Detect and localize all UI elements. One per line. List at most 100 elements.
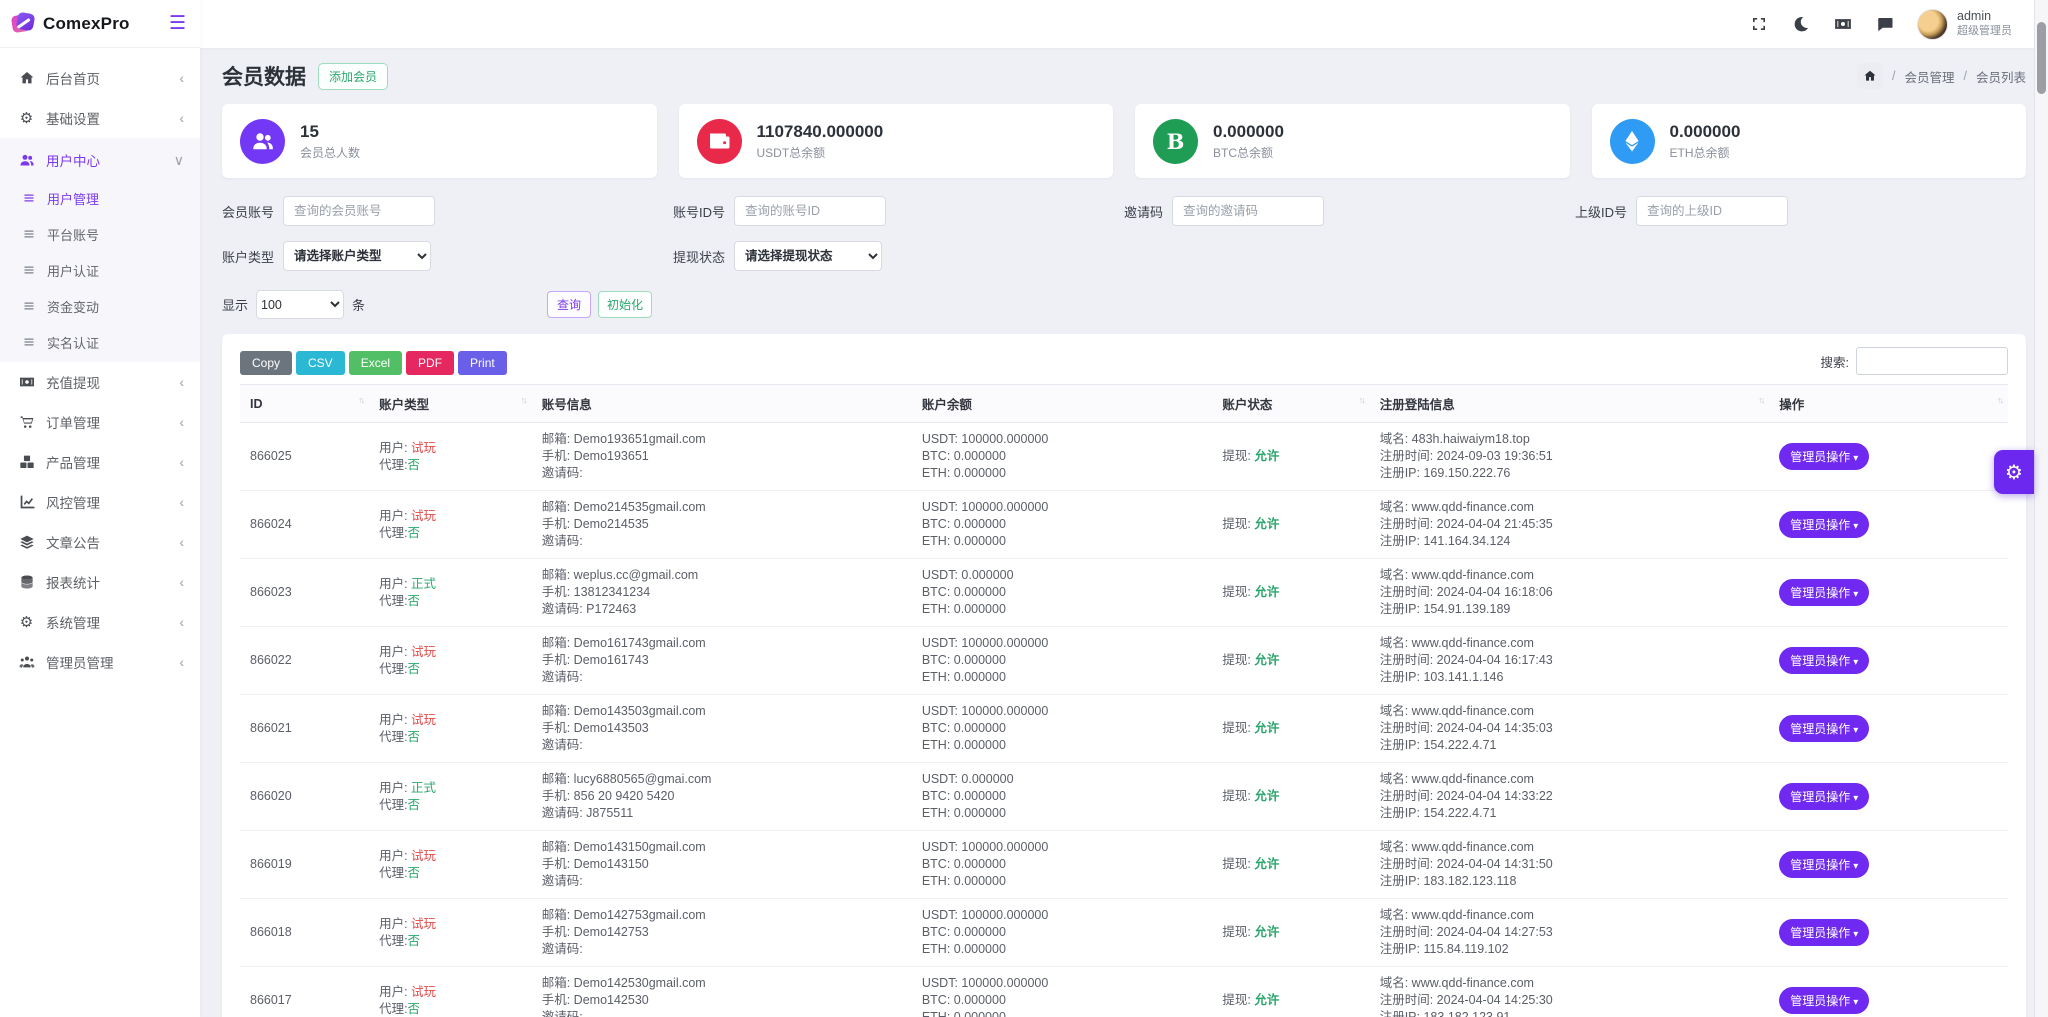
user-menu[interactable]: admin 超级管理员 <box>1917 8 2012 40</box>
brand-name: ComexPro <box>43 13 130 33</box>
agent-value: 否 <box>407 661 421 676</box>
cell-status: 提现: 允许 <box>1212 966 1370 1017</box>
sort-icon[interactable]: ↑↓ <box>358 395 365 405</box>
sidebar-item-platform-accounts[interactable]: 平台账号 <box>0 216 200 252</box>
sidebar-item-order-management[interactable]: 订单管理 ‹ <box>0 402 200 442</box>
brand[interactable]: ComexPro <box>10 11 130 36</box>
search-input[interactable] <box>1856 347 2008 375</box>
caret-down-icon: ▾ <box>1853 589 1859 600</box>
moon-icon[interactable] <box>1791 14 1811 34</box>
cell-id: 866017 <box>240 966 370 1017</box>
btc-value: 0.000000 <box>953 993 1006 1007</box>
member-account-input[interactable] <box>283 196 436 226</box>
withdraw-status-value: 允许 <box>1254 993 1280 1007</box>
account-type-select[interactable]: 请选择账户类型 <box>283 241 432 271</box>
withdraw-status-value: 允许 <box>1254 789 1280 803</box>
column-header-actions[interactable]: 操作 ↑↓ <box>1769 384 2008 423</box>
user-type-value: 正式 <box>411 576 437 591</box>
breadcrumb-member-list[interactable]: 会员列表 <box>1976 67 2026 86</box>
money-icon[interactable] <box>1833 14 1853 34</box>
register-time-value: 2024-04-04 16:17:43 <box>1436 653 1553 667</box>
print-button[interactable]: Print <box>458 351 507 375</box>
cell-register-info: 域名: www.qdd-finance.com 注册时间: 2024-04-04… <box>1369 626 1770 695</box>
admin-action-button[interactable]: 管理员操作 ▾ <box>1779 851 1870 878</box>
scrollbar-thumb[interactable] <box>2037 22 2046 94</box>
settings-fab-gear-icon[interactable]: ⚙ <box>1994 450 2034 494</box>
stat-label: ETH总余额 <box>1669 145 1730 160</box>
sidebar-item-reports[interactable]: 报表统计 ‹ <box>0 562 200 602</box>
users-icon <box>18 152 35 169</box>
chat-icon[interactable] <box>1875 14 1895 34</box>
column-header-register-info[interactable]: 注册登陆信息 ↑↓ <box>1369 384 1770 423</box>
sidebar-item-user-management[interactable]: 用户管理 <box>0 180 200 216</box>
admin-action-button[interactable]: 管理员操作 ▾ <box>1779 443 1870 470</box>
phone-value: Demo143503 <box>573 721 649 735</box>
page-scrollbar[interactable] <box>2034 0 2048 1017</box>
table-row: 866019 用户: 试玩 代理:否 邮箱: Demo143150gmail.c… <box>240 830 2008 899</box>
cell-actions: 管理员操作 ▾ <box>1769 762 2008 831</box>
sort-icon[interactable]: ↑↓ <box>1758 395 1765 405</box>
sidebar-item-system-management[interactable]: ⚙ 系统管理 ‹ <box>0 602 200 642</box>
cell-account-info: 邮箱: weplus.cc@gmail.com 手机: 13812341234 … <box>531 558 912 627</box>
copy-button[interactable]: Copy <box>240 351 293 375</box>
parent-id-label: 上级ID号 <box>1575 204 1628 220</box>
withdraw-status-value: 允许 <box>1254 925 1280 939</box>
sort-icon[interactable]: ↑↓ <box>1359 395 1366 405</box>
admin-action-button[interactable]: 管理员操作 ▾ <box>1779 715 1870 742</box>
parent-id-input[interactable] <box>1636 196 1789 226</box>
chevron-left-icon: ‹ <box>179 494 184 510</box>
eth-value: 0.000000 <box>953 874 1006 888</box>
fullscreen-icon[interactable] <box>1749 14 1769 34</box>
account-id-input[interactable] <box>734 196 887 226</box>
menu-toggle-icon[interactable]: ☰ <box>169 12 186 35</box>
admin-action-button[interactable]: 管理员操作 ▾ <box>1779 919 1870 946</box>
sidebar-item-product-management[interactable]: 产品管理 ‹ <box>0 442 200 482</box>
pdf-button[interactable]: PDF <box>406 351 455 375</box>
column-header-account-type[interactable]: 账户类型 ↑↓ <box>369 384 532 423</box>
sidebar-item-deposit-withdraw[interactable]: 充值提现 ‹ <box>0 362 200 402</box>
admin-action-button[interactable]: 管理员操作 ▾ <box>1779 783 1870 810</box>
sidebar-item-articles[interactable]: 文章公告 ‹ <box>0 522 200 562</box>
reset-button[interactable]: 初始化 <box>598 291 653 318</box>
sidebar-item-admin-management[interactable]: 管理员管理 ‹ <box>0 642 200 682</box>
email-value: Demo193651gmail.com <box>573 432 706 446</box>
admin-action-button[interactable]: 管理员操作 ▾ <box>1779 511 1870 538</box>
page-size-select[interactable]: 100 <box>256 290 345 319</box>
caret-down-icon: ▾ <box>1853 453 1859 464</box>
breadcrumb-member-management[interactable]: 会员管理 <box>1904 67 1954 86</box>
cell-actions: 管理员操作 ▾ <box>1769 898 2008 967</box>
cell-balance: USDT: 0.000000 BTC: 0.000000 ETH: 0.0000… <box>911 558 1213 627</box>
admin-action-button[interactable]: 管理员操作 ▾ <box>1779 987 1870 1014</box>
phone-value: 856 20 9420 5420 <box>573 789 675 803</box>
invite-code-input[interactable] <box>1172 196 1325 226</box>
column-header-status[interactable]: 账户状态 ↑↓ <box>1212 384 1370 423</box>
query-button[interactable]: 查询 <box>547 291 592 318</box>
breadcrumb-home-icon[interactable] <box>1857 63 1883 89</box>
admin-action-button[interactable]: 管理员操作 ▾ <box>1779 579 1870 606</box>
sidebar-item-basic-settings[interactable]: ⚙ 基础设置 ‹ <box>0 98 200 138</box>
invite-code-label: 邀请码 <box>1124 204 1164 220</box>
sidebar-item-label: 实名认证 <box>47 335 100 351</box>
withdraw-status-select[interactable]: 请选择提现状态 <box>734 241 883 271</box>
sidebar-item-realname-verification[interactable]: 实名认证 <box>0 324 200 360</box>
excel-button[interactable]: Excel <box>348 351 403 375</box>
sort-icon[interactable]: ↑↓ <box>1997 395 2004 405</box>
csv-button[interactable]: CSV <box>296 351 345 375</box>
sidebar-item-user-verification[interactable]: 用户认证 <box>0 252 200 288</box>
column-header-id[interactable]: ID ↑↓ <box>240 384 370 423</box>
table-row: 866017 用户: 试玩 代理:否 邮箱: Demo142530gmail.c… <box>240 966 2008 1017</box>
admin-action-button[interactable]: 管理员操作 ▾ <box>1779 647 1870 674</box>
cell-account-type: 用户: 试玩 代理:否 <box>369 898 532 967</box>
add-member-button[interactable]: 添加会员 <box>318 62 389 90</box>
chevron-left-icon: ‹ <box>179 614 184 630</box>
sidebar-item-risk-management[interactable]: 风控管理 ‹ <box>0 482 200 522</box>
caret-down-icon: ▾ <box>1853 657 1859 668</box>
register-ip-value: 115.84.119.102 <box>1423 942 1509 956</box>
btc-value: 0.000000 <box>953 653 1006 667</box>
sort-icon[interactable]: ↑↓ <box>521 395 528 405</box>
cell-register-info: 域名: www.qdd-finance.com 注册时间: 2024-04-04… <box>1369 966 1770 1017</box>
sidebar-item-fund-changes[interactable]: 资金变动 <box>0 288 200 324</box>
list-icon <box>20 226 37 243</box>
sidebar-item-user-center[interactable]: 用户中心 ∨ <box>0 140 200 180</box>
sidebar-item-dashboard[interactable]: 后台首页 ‹ <box>0 58 200 98</box>
